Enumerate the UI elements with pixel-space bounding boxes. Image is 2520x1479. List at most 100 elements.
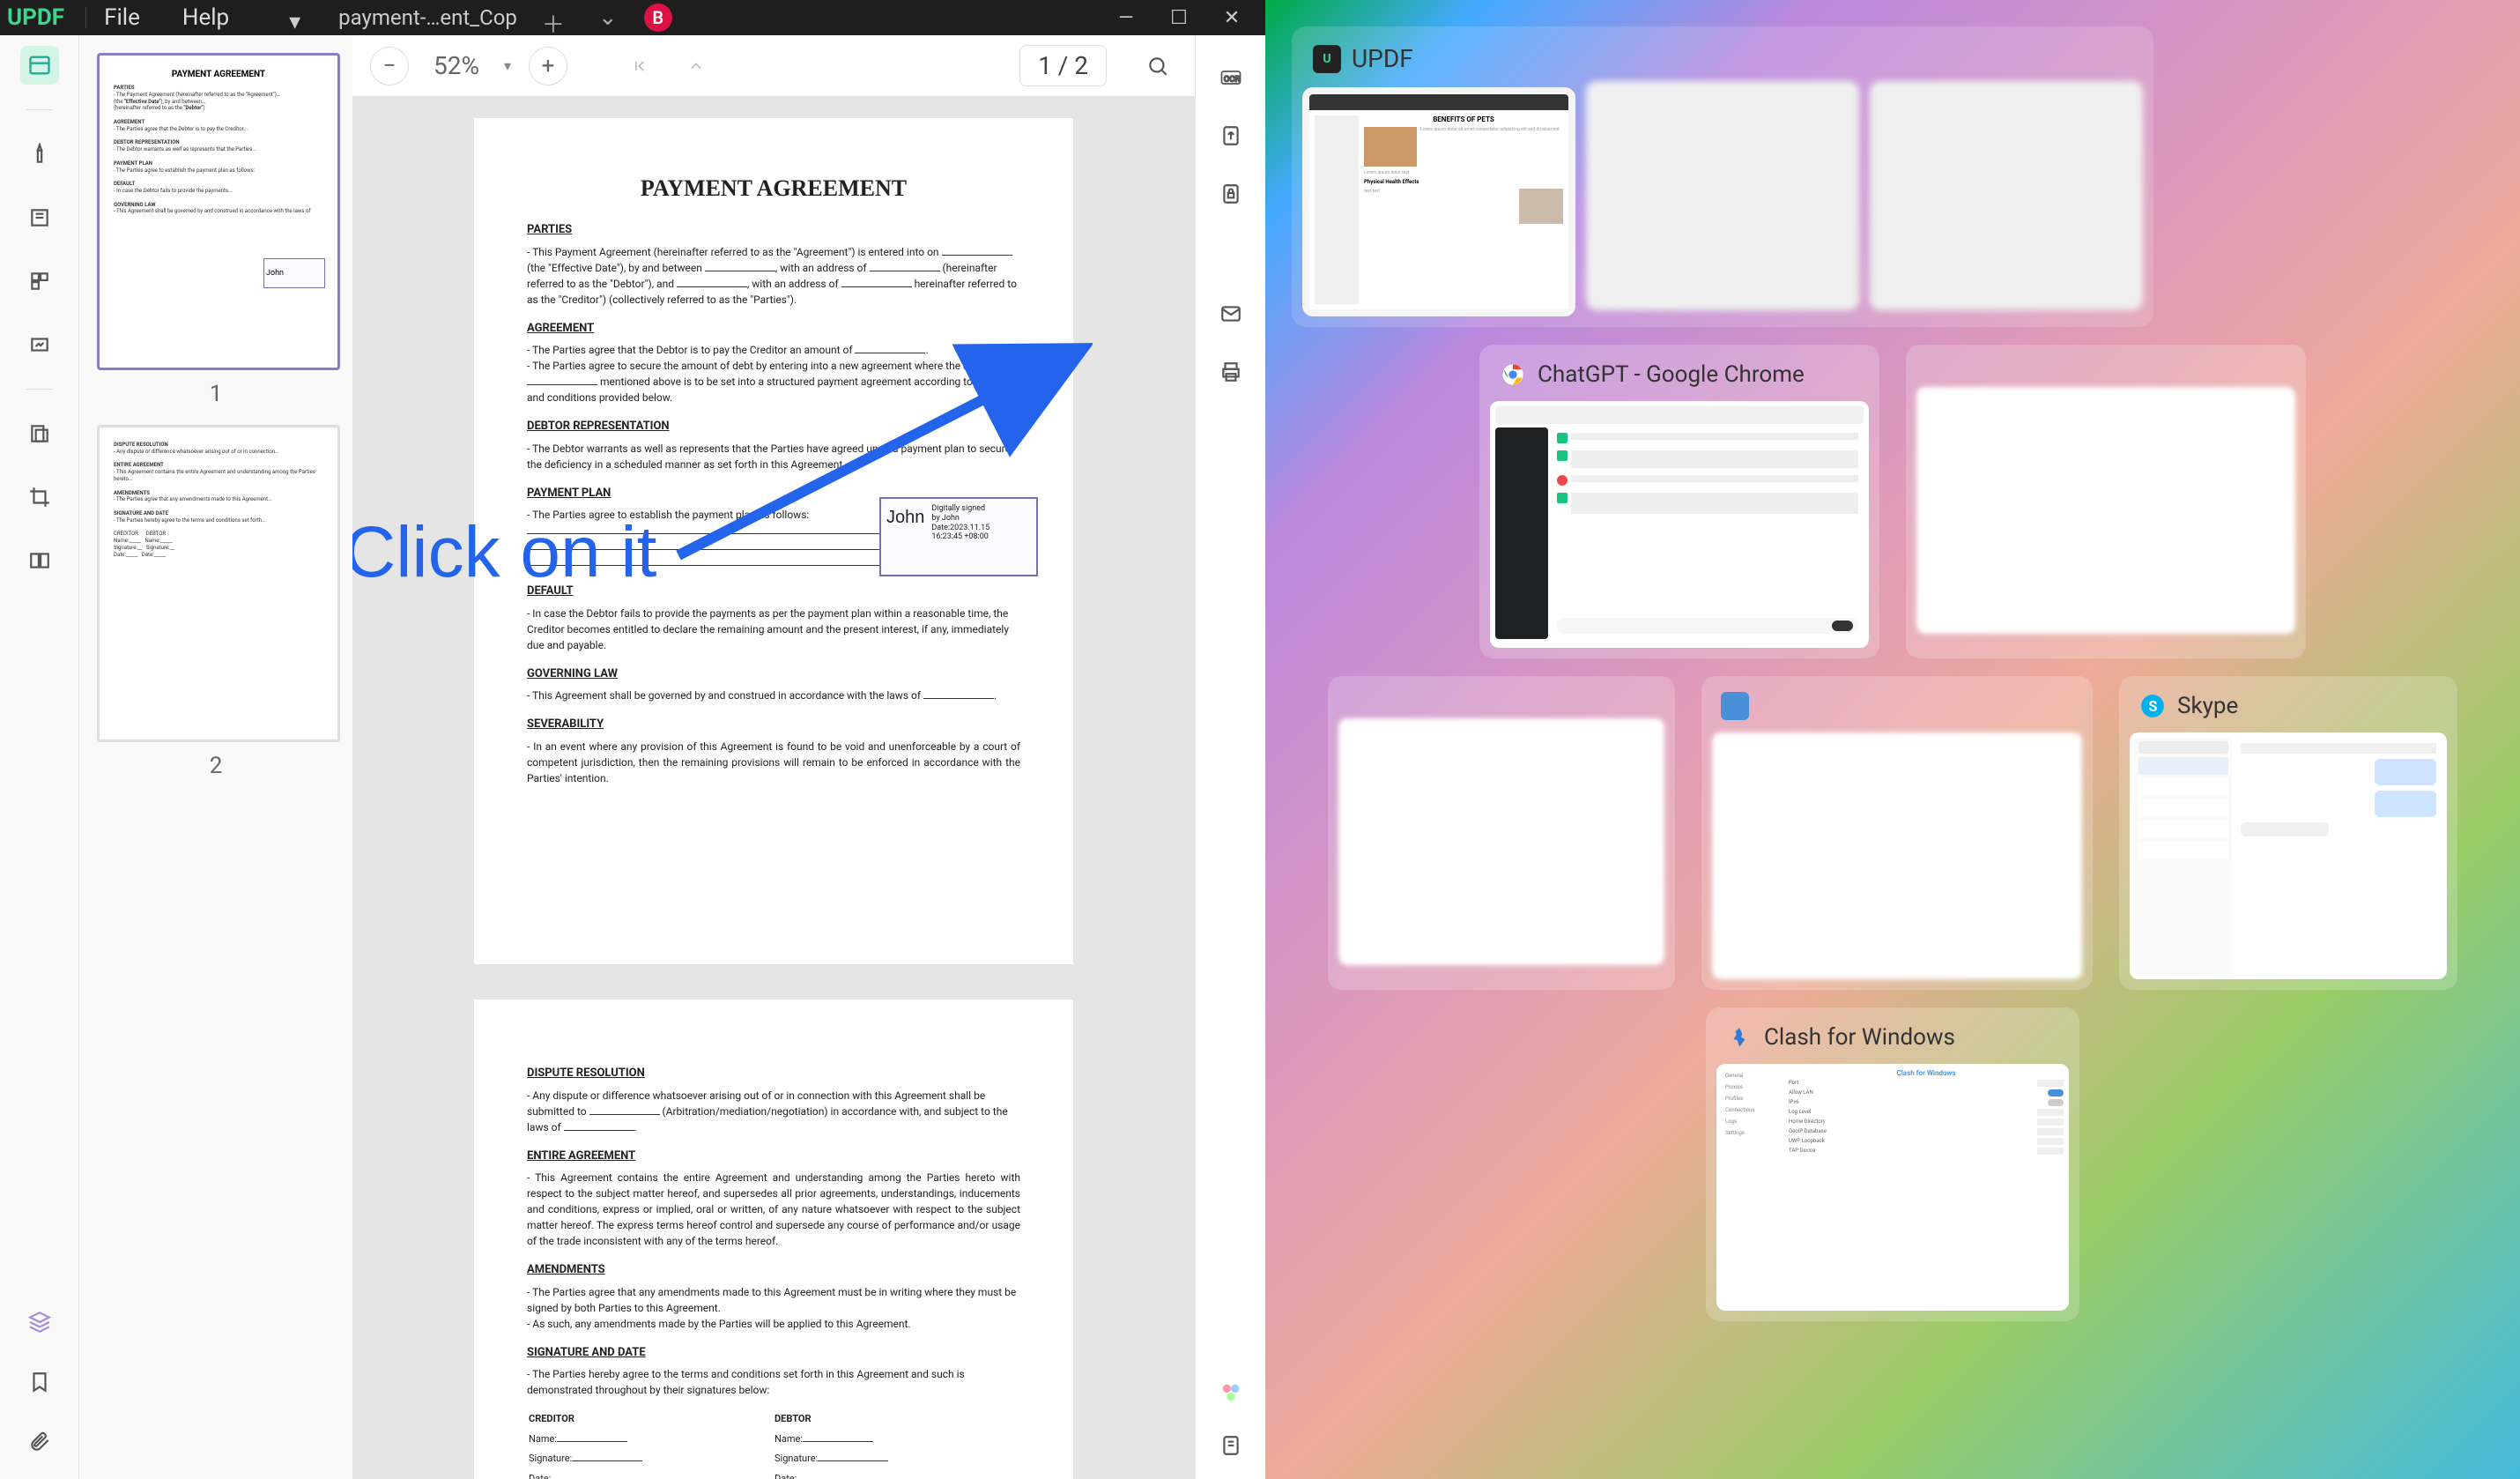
attachment-icon[interactable] (20, 1423, 59, 1461)
document-area: − 52% ▾ + 1 / 2 Click on it PAYMENT AGRE… (352, 35, 1195, 1479)
updf-app-icon: U (1313, 45, 1341, 73)
separator (26, 109, 53, 110)
print-icon[interactable] (1215, 356, 1247, 388)
ocr-icon[interactable]: OCR (1215, 62, 1247, 93)
body-text: , with an address of (775, 262, 870, 274)
body-text: The Parties agree that any amendments ma… (527, 1286, 1016, 1314)
section-header: ENTIRE AGREEMENT (527, 1148, 1020, 1165)
zoom-value[interactable]: 52% (426, 51, 486, 80)
task-thumbnail[interactable] (1586, 81, 1859, 310)
first-page-icon[interactable] (620, 47, 659, 85)
chrome-app-icon (1499, 360, 1527, 389)
task-title-text: ChatGPT - Google Chrome (1538, 361, 1805, 388)
user-avatar[interactable]: B (644, 4, 672, 32)
body-text: In case the Debtor fails to provide the … (527, 607, 1009, 651)
label: Signature: (775, 1453, 818, 1464)
document-page-2[interactable]: DISPUTE RESOLUTION - Any dispute or diff… (474, 1000, 1073, 1479)
crop-tool-icon[interactable] (20, 478, 59, 517)
task-thumbnail[interactable]: BENEFITS OF PETS Lorem ipsum dolor sit a… (1302, 87, 1575, 316)
search-icon[interactable] (1138, 47, 1177, 85)
task-thumbnail[interactable] (1916, 387, 2295, 634)
body-text: (the "Effective Date"), by and between (527, 262, 705, 274)
task-window-clash[interactable]: Clash for Windows GeneralProxiesProfiles… (1706, 1007, 2079, 1321)
minimize-button[interactable]: — (1100, 0, 1153, 35)
thumbnail-item[interactable]: DISPUTE RESOLUTION- Any dispute or diffe… (97, 425, 335, 779)
share-icon[interactable] (1215, 1430, 1247, 1461)
document-scroll[interactable]: Click on it PAYMENT AGREEMENT PARTIES - … (352, 97, 1195, 1479)
redact-tool-icon[interactable] (20, 414, 59, 453)
tab-bar: ▾ payment-…ent_Cop ＋ ⌄ B (289, 0, 1100, 35)
task-window-blurred[interactable] (1701, 676, 2093, 990)
label: Signature: (529, 1453, 572, 1464)
task-thumbnail[interactable] (1338, 718, 1664, 965)
task-window-chrome[interactable]: ChatGPT - Google Chrome (1479, 345, 1879, 658)
organize-tool-icon[interactable] (20, 262, 59, 301)
task-thumbnail[interactable] (1490, 401, 1869, 648)
col-header: DEBTOR (775, 1413, 812, 1424)
task-thumbnail[interactable] (2130, 732, 2447, 979)
thumbnail-number: 2 (97, 753, 335, 779)
thumbnail-number: 1 (97, 381, 335, 407)
section-header: PARTIES (527, 221, 1020, 239)
task-thumbnail[interactable] (1870, 81, 2143, 310)
thumbnail-item[interactable]: PAYMENT AGREEMENT PARTIES- The Payment A… (97, 53, 335, 407)
svg-text:OCR: OCR (1223, 75, 1239, 85)
task-title-text: Skype (2177, 693, 2238, 719)
comment-tool-icon[interactable] (20, 135, 59, 174)
prev-page-icon[interactable] (677, 47, 715, 85)
document-toolbar: − 52% ▾ + 1 / 2 (352, 35, 1195, 97)
body-text: This Agreement contains the entire Agree… (527, 1171, 1020, 1247)
email-icon[interactable] (1215, 298, 1247, 330)
label: Date: (775, 1473, 797, 1479)
window-controls: — ☐ ✕ (1100, 0, 1258, 35)
maximize-button[interactable]: ☐ (1153, 0, 1205, 35)
close-button[interactable]: ✕ (1205, 0, 1258, 35)
label: Date: (529, 1473, 551, 1479)
layers-icon[interactable] (20, 1303, 59, 1342)
task-title-text: Clash for Windows (1764, 1024, 1955, 1051)
edit-tool-icon[interactable] (20, 198, 59, 237)
task-thumbnail[interactable] (1712, 732, 2082, 979)
skype-app-icon: S (2138, 692, 2167, 720)
menu-help[interactable]: Help (182, 4, 229, 31)
menu-file[interactable]: File (104, 4, 140, 31)
page-indicator[interactable]: 1 / 2 (1019, 45, 1107, 86)
svg-text:S: S (2148, 698, 2157, 715)
section-header: SEVERABILITY (527, 716, 1020, 733)
annotation-text: Click on it (352, 511, 656, 594)
doc-title: PAYMENT AGREEMENT (527, 171, 1020, 205)
task-window-blurred[interactable] (1328, 676, 1675, 990)
ai-icon[interactable] (1215, 1377, 1247, 1408)
task-window-skype[interactable]: S Skype (2119, 676, 2457, 990)
thumbnail-page-2[interactable]: DISPUTE RESOLUTION- Any dispute or diffe… (97, 425, 340, 742)
thumbnails-tool-icon[interactable] (20, 46, 59, 85)
protect-icon[interactable] (1215, 178, 1247, 210)
export-icon[interactable] (1215, 120, 1247, 152)
right-tool-rail: OCR (1195, 35, 1265, 1479)
zoom-out-button[interactable]: − (370, 47, 409, 85)
zoom-in-button[interactable]: + (529, 47, 567, 85)
zoom-dropdown-icon[interactable]: ▾ (504, 57, 511, 74)
section-header: AMENDMENTS (527, 1261, 1020, 1279)
body-text: This Agreement shall be governed by and … (532, 689, 923, 702)
signature-table: CREDITORDEBTOR Name:Name: Signature:Sign… (527, 1408, 1020, 1479)
body-text: , with an address of (747, 278, 841, 290)
fill-sign-tool-icon[interactable] (20, 325, 59, 364)
task-thumbnail[interactable]: GeneralProxiesProfilesConnectionsLogsSet… (1716, 1064, 2069, 1311)
thumbnail-page-1[interactable]: PAYMENT AGREEMENT PARTIES- The Payment A… (97, 53, 340, 370)
titlebar: UPDF File Help ▾ payment-…ent_Cop ＋ ⌄ B … (0, 0, 1265, 35)
app-icon (1721, 692, 1749, 720)
document-tab[interactable]: payment-…ent_Cop (324, 0, 531, 35)
thumbnails-panel: PAYMENT AGREEMENT PARTIES- The Payment A… (79, 35, 352, 1479)
col-header: CREDITOR (529, 1413, 574, 1424)
task-window-blurred[interactable] (1906, 345, 2306, 658)
compare-tool-icon[interactable] (20, 541, 59, 580)
task-view: U UPDF BENEFITS OF PETS Lorem ipsum dolo… (1265, 0, 2520, 1479)
thumb-signature-box: John (263, 258, 325, 288)
left-tool-rail (0, 35, 79, 1479)
task-group-updf[interactable]: U UPDF BENEFITS OF PETS Lorem ipsum dolo… (1292, 26, 2153, 327)
tab-overflow-icon[interactable]: ⌄ (598, 4, 618, 31)
add-tab-icon[interactable]: ＋ (542, 7, 563, 28)
tab-dropdown-icon[interactable]: ▾ (289, 9, 307, 26)
bookmark-icon[interactable] (20, 1363, 59, 1401)
